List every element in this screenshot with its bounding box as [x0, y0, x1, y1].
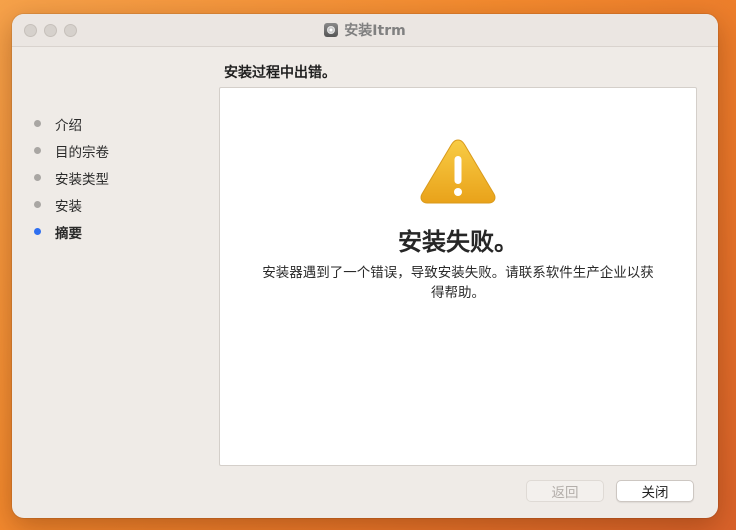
step-label: 介绍 [55, 117, 82, 134]
window-title-group: 安装Itrm [12, 14, 718, 46]
step-dot-icon [34, 174, 41, 181]
page-title: 安装过程中出错。 [224, 65, 336, 81]
warning-icon [420, 139, 496, 204]
close-button[interactable]: 关闭 [616, 480, 694, 502]
step-label: 安装 [55, 198, 82, 215]
installer-steps-sidebar: 介绍 目的宗卷 安装类型 安装 摘要 [34, 110, 109, 245]
installer-window: 安装Itrm 介绍 目的宗卷 安装类型 安装 摘要 安装过程中出错。 安装失败。… [12, 14, 718, 518]
content-panel: 安装失败。 安装器遇到了一个错误，导致安装失败。请联系软件生产企业以获得帮助。 [219, 87, 697, 466]
step-dot-icon [34, 201, 41, 208]
step-installation: 安装 [34, 191, 109, 218]
step-dot-active-icon [34, 228, 41, 235]
failure-heading: 安装失败。 [398, 228, 518, 256]
back-button[interactable]: 返回 [526, 480, 604, 502]
step-label: 安装类型 [55, 171, 109, 188]
step-dot-icon [34, 120, 41, 127]
step-label: 摘要 [55, 225, 82, 242]
step-summary: 摘要 [34, 218, 109, 245]
step-introduction: 介绍 [34, 110, 109, 137]
step-install-type: 安装类型 [34, 164, 109, 191]
step-destination: 目的宗卷 [34, 137, 109, 164]
installer-app-icon [324, 23, 339, 37]
window-title: 安装Itrm [344, 23, 406, 39]
title-bar: 安装Itrm [12, 14, 718, 47]
step-label: 目的宗卷 [55, 144, 109, 161]
step-dot-icon [34, 147, 41, 154]
failure-message: 安装器遇到了一个错误，导致安装失败。请联系软件生产企业以获得帮助。 [262, 265, 654, 301]
